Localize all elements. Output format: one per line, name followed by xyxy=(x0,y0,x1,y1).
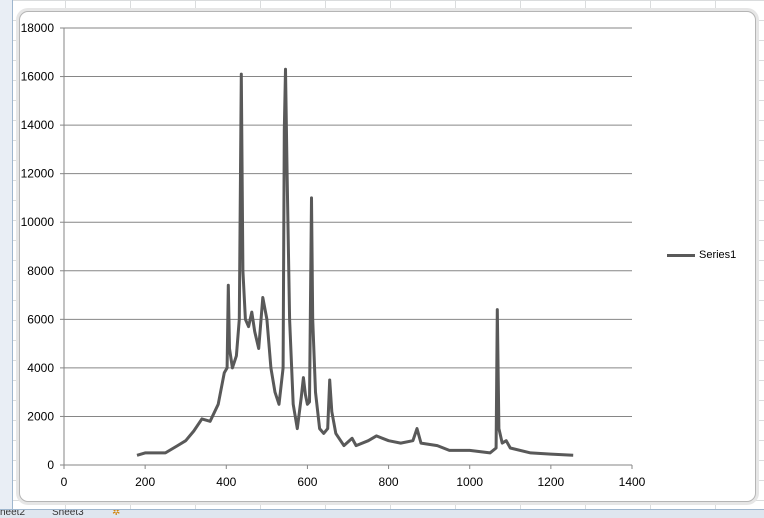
plot-area: 0200040006000800010000120001400016000180… xyxy=(21,21,646,489)
y-tick-label: 12000 xyxy=(21,167,55,181)
x-tick-label: 400 xyxy=(216,475,236,489)
legend-label: Series1 xyxy=(699,249,737,261)
x-tick-label: 1400 xyxy=(619,475,646,489)
y-tick-label: 8000 xyxy=(27,264,54,278)
x-tick-label: 0 xyxy=(61,475,68,489)
sheet-tab[interactable]: Sheet3 xyxy=(52,510,84,518)
x-tick-label: 200 xyxy=(135,475,155,489)
x-tick-label: 1200 xyxy=(538,475,565,489)
x-tick-label: 600 xyxy=(297,475,317,489)
insert-sheet-icon[interactable]: ✲ xyxy=(112,510,120,518)
y-tick-label: 16000 xyxy=(21,70,55,84)
series1-line xyxy=(136,67,574,457)
x-tick-label: 800 xyxy=(379,475,399,489)
y-tick-label: 0 xyxy=(47,458,54,472)
y-tick-label: 14000 xyxy=(21,118,55,132)
y-tick-label: 18000 xyxy=(21,21,55,35)
y-tick-label: 2000 xyxy=(27,409,54,423)
y-tick-label: 10000 xyxy=(21,215,55,229)
legend-swatch xyxy=(667,253,695,257)
x-tick-label: 1000 xyxy=(456,475,483,489)
y-tick-label: 4000 xyxy=(27,361,54,375)
legend[interactable]: Series1 xyxy=(667,249,736,261)
sheet-tab[interactable]: heet2 xyxy=(0,510,25,518)
y-tick-label: 6000 xyxy=(27,312,54,326)
